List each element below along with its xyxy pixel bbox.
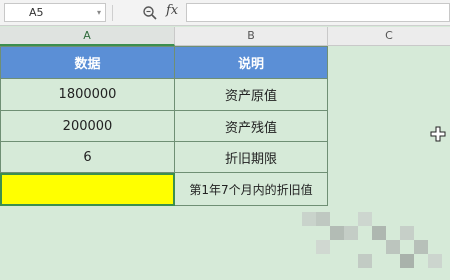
cell-a2[interactable]: 1800000 [0, 79, 175, 111]
cell-a4[interactable]: 6 [0, 142, 175, 173]
chevron-down-icon[interactable]: ▾ [97, 4, 101, 21]
cell-b5[interactable]: 第1年7个月内的折旧值 [175, 173, 328, 206]
cell-a3[interactable]: 200000 [0, 111, 175, 142]
cell-a5-selected[interactable] [0, 173, 175, 206]
fx-icon[interactable]: fx [166, 3, 178, 18]
zoom-icon[interactable] [142, 5, 158, 21]
pixelated-watermark [292, 206, 450, 280]
plus-cursor-icon [430, 126, 446, 142]
name-box-value: A5 [29, 6, 44, 19]
table-header-data[interactable]: 数据 [0, 46, 175, 79]
column-header-b[interactable]: B [175, 27, 328, 46]
formula-input[interactable] [186, 3, 450, 22]
cell-b2[interactable]: 资产原值 [175, 79, 328, 111]
column-header-c[interactable]: C [328, 27, 450, 46]
cell-b4[interactable]: 折旧期限 [175, 142, 328, 173]
table-header-description[interactable]: 说明 [175, 46, 328, 79]
column-header-a[interactable]: A [0, 27, 175, 46]
cell-b3[interactable]: 资产残值 [175, 111, 328, 142]
name-box[interactable]: A5 ▾ [4, 3, 106, 22]
formula-bar: A5 ▾ fx [0, 0, 450, 26]
divider [112, 5, 113, 21]
